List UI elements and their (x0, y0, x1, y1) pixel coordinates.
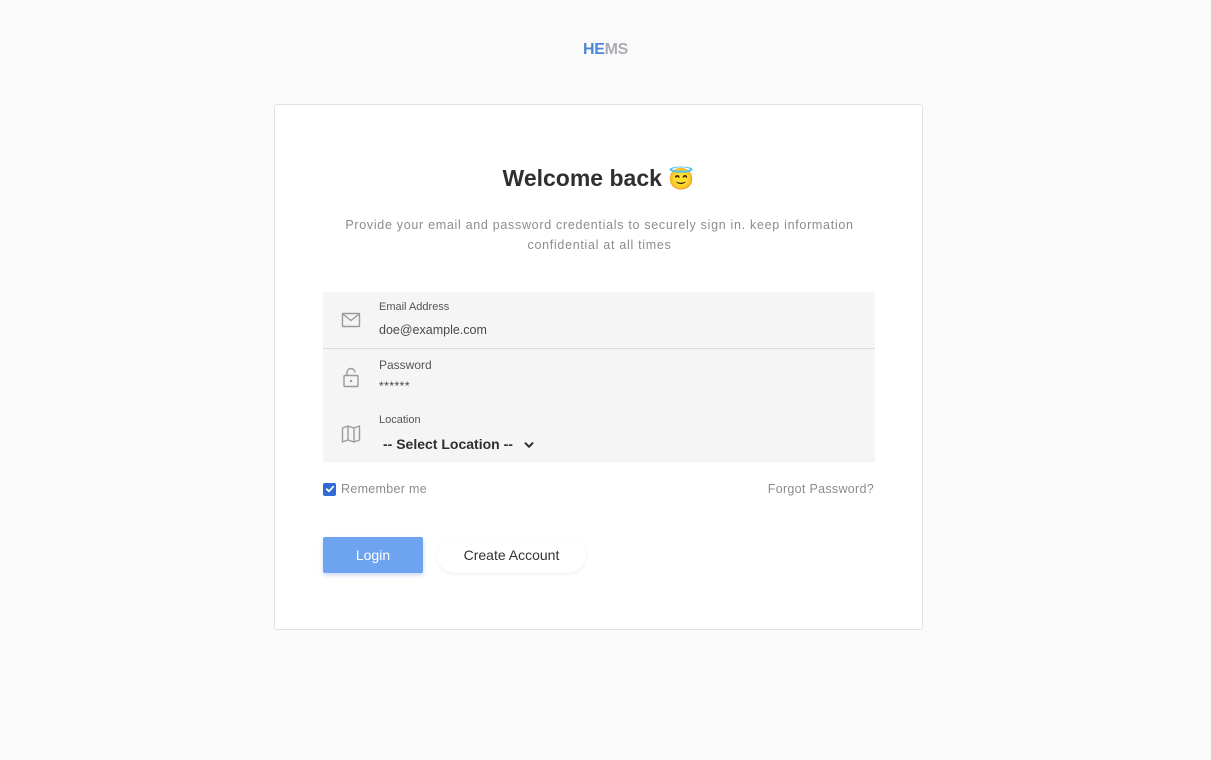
email-input[interactable]: doe@example.com (379, 323, 487, 337)
lock-icon (341, 366, 361, 388)
login-card: Welcome back 😇 Provide your email and pa… (274, 104, 923, 630)
location-field[interactable]: Location -- Select Location -- (323, 405, 875, 462)
brand-logo-part2: MS (604, 41, 629, 58)
password-field[interactable]: Password ****** (323, 349, 875, 405)
email-field[interactable]: Email Address doe@example.com (323, 292, 875, 349)
chevron-down-icon (523, 438, 535, 450)
email-label: Email Address (379, 301, 450, 313)
forgot-password-link[interactable]: Forgot Password? (768, 482, 874, 496)
location-label: Location (379, 414, 421, 426)
password-label: Password (379, 358, 432, 372)
remember-me-label: Remember me (341, 482, 427, 496)
halo-smile-emoji: 😇 (668, 168, 695, 191)
location-select[interactable]: -- Select Location -- (383, 433, 535, 455)
page-title: Welcome back 😇 (275, 165, 922, 192)
page-subtitle: Provide your email and password credenti… (345, 218, 854, 252)
mail-icon (341, 310, 361, 330)
remember-me[interactable]: Remember me (323, 482, 427, 496)
login-button[interactable]: Login (323, 537, 423, 573)
remember-me-checkbox[interactable] (323, 482, 336, 496)
brand-logo: HEMS (0, 41, 1211, 59)
map-icon (341, 424, 361, 444)
create-account-button[interactable]: Create Account (437, 537, 586, 573)
location-select-value: -- Select Location -- (383, 436, 513, 452)
password-input[interactable]: ****** (379, 379, 410, 393)
brand-logo-part1: HE (582, 41, 605, 58)
login-fields: Email Address doe@example.com Password *… (323, 292, 875, 462)
page-title-text: Welcome back (502, 165, 662, 191)
